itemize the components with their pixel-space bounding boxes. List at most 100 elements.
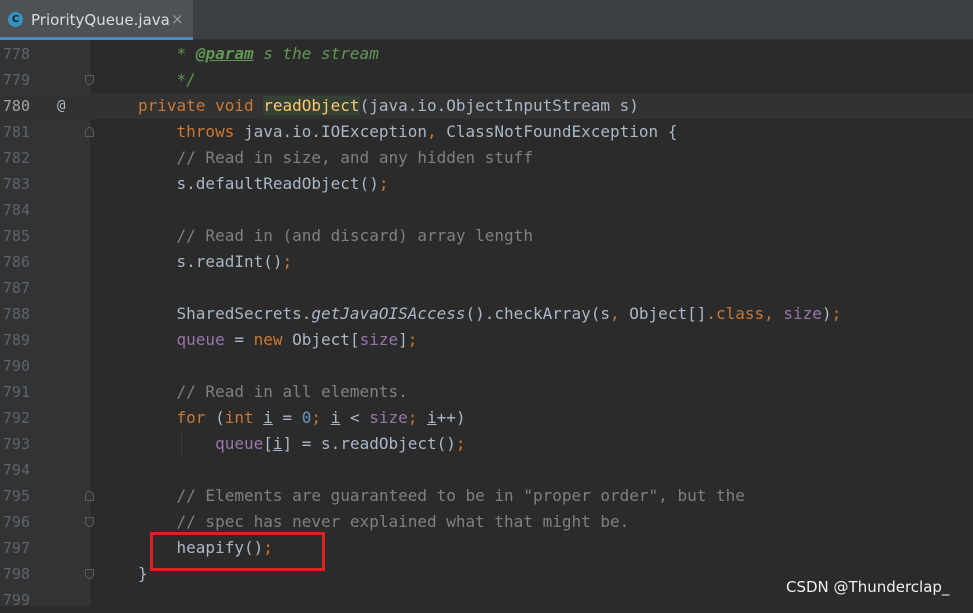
code-token: ClassNotFoundException {	[446, 122, 678, 141]
code-line[interactable]: 785 // Read in (and discard) array lengt…	[0, 223, 973, 249]
code-token: Object[	[292, 330, 360, 349]
code-text: SharedSecrets.getJavaOISAccess().checkAr…	[138, 301, 842, 327]
code-token: [	[263, 434, 273, 453]
code-line[interactable]: 778 * @param s the stream	[0, 41, 973, 67]
code-token: ] = s.readObject()	[282, 434, 456, 453]
line-number: 782	[2, 149, 30, 167]
code-line[interactable]: 784	[0, 197, 973, 223]
code-line[interactable]: 788 SharedSecrets.getJavaOISAccess().che…	[0, 301, 973, 327]
editor-tab-bar: C PriorityQueue.java ×	[0, 0, 973, 40]
line-number: 785	[2, 227, 30, 245]
code-token: s.defaultReadObject()	[138, 174, 379, 193]
code-text: */	[138, 67, 196, 93]
code-token: size	[359, 330, 399, 349]
code-text: // Read in size, and any hidden stuff	[138, 145, 533, 171]
code-line[interactable]: 793 queue[i] = s.readObject();	[0, 431, 973, 457]
code-token: // spec has never explained what that mi…	[176, 512, 630, 531]
line-number: 790	[2, 357, 30, 375]
line-number: 799	[2, 591, 30, 609]
code-line[interactable]: 791 // Read in all elements.	[0, 379, 973, 405]
code-line[interactable]: 786 s.readInt();	[0, 249, 973, 275]
highlight-annotation-box	[150, 532, 325, 571]
code-token: ;	[282, 252, 293, 271]
code-token: getJavaOISAccess	[311, 304, 466, 323]
code-token: ;	[378, 174, 389, 193]
code-token: queue	[215, 434, 264, 453]
code-token: i	[330, 408, 341, 427]
line-number: 784	[2, 201, 30, 219]
code-line[interactable]: 787	[0, 275, 973, 301]
code-line[interactable]: 780 @ private void readObject(java.io.Obje…	[0, 93, 973, 119]
code-text: for (int i = 0; i < size; i++)	[138, 405, 466, 431]
fold-marker-icon[interactable]	[85, 491, 94, 501]
tab-priorityqueue-java[interactable]: C PriorityQueue.java ×	[0, 0, 193, 40]
code-line[interactable]: 795 // Elements are guaranteed to be in …	[0, 483, 973, 509]
line-number: 786	[2, 253, 30, 271]
code-token: throws	[176, 122, 244, 141]
code-line[interactable]: 789 queue = new Object[size];	[0, 327, 973, 353]
line-number: 791	[2, 383, 30, 401]
code-line[interactable]: 797 heapify();	[0, 535, 973, 561]
code-token: ++)	[436, 408, 466, 427]
code-token: i	[263, 408, 273, 427]
code-token: *	[176, 44, 196, 63]
code-token: // Elements are guaranteed to be in "pro…	[176, 486, 745, 505]
line-number: 779	[2, 71, 30, 89]
line-number: 796	[2, 513, 30, 531]
line-number: 792	[2, 409, 30, 427]
code-line[interactable]: 796 // spec has never explained what tha…	[0, 509, 973, 535]
code-token: queue	[176, 330, 225, 349]
code-token: =	[224, 330, 254, 349]
code-line[interactable]: 783 s.defaultReadObject();	[0, 171, 973, 197]
line-number: 795	[2, 487, 30, 505]
fold-marker-icon[interactable]	[85, 127, 94, 137]
code-line[interactable]: 779 */	[0, 67, 973, 93]
code-text: // Read in all elements.	[138, 379, 408, 405]
code-token: ;	[831, 304, 842, 323]
code-token: size	[369, 408, 408, 427]
fold-marker-icon[interactable]	[85, 75, 94, 85]
code-text: queue[i] = s.readObject();	[138, 431, 465, 457]
code-token: ,	[610, 304, 630, 323]
code-editor[interactable]: 778 * @param s the stream 779 */780 @ priva…	[0, 40, 973, 609]
code-token: .class	[706, 304, 765, 323]
code-token: // Read in all elements.	[176, 382, 408, 401]
code-token: // Read in (and discard) array length	[176, 226, 533, 245]
code-line[interactable]: 794	[0, 457, 973, 483]
fold-marker-icon[interactable]	[85, 517, 94, 527]
code-token: i	[272, 434, 283, 453]
line-number: 778	[2, 45, 30, 63]
code-token: (	[215, 408, 225, 427]
code-token: */	[176, 70, 196, 89]
code-text: throws java.io.IOException, ClassNotFoun…	[138, 119, 678, 145]
code-token: Object[]	[629, 304, 707, 323]
override-icon[interactable]: @	[57, 93, 65, 119]
line-number: 783	[2, 175, 30, 193]
code-token: ]	[398, 330, 408, 349]
code-text: s.readInt();	[138, 249, 293, 275]
tab-label: PriorityQueue.java	[31, 11, 170, 29]
fold-marker-icon[interactable]	[85, 569, 94, 579]
code-token: ;	[407, 408, 428, 427]
code-text: private void readObject(java.io.ObjectIn…	[138, 93, 639, 119]
code-line[interactable]: 781 throws java.io.IOException, ClassNot…	[0, 119, 973, 145]
code-token: new	[253, 330, 293, 349]
close-icon[interactable]: ×	[171, 10, 184, 28]
code-token: }	[138, 564, 148, 583]
code-token: readObject	[263, 96, 360, 115]
line-number: 793	[2, 435, 30, 453]
code-line[interactable]: 792 for (int i = 0; i < size; i++)	[0, 405, 973, 431]
code-line[interactable]: 782 // Read in size, and any hidden stuf…	[0, 145, 973, 171]
java-class-icon: C	[8, 12, 23, 27]
code-token: (java.io.ObjectInputStream s)	[359, 96, 639, 115]
line-number: 798	[2, 565, 30, 583]
code-line[interactable]: 790	[0, 353, 973, 379]
code-token: )	[821, 304, 832, 323]
